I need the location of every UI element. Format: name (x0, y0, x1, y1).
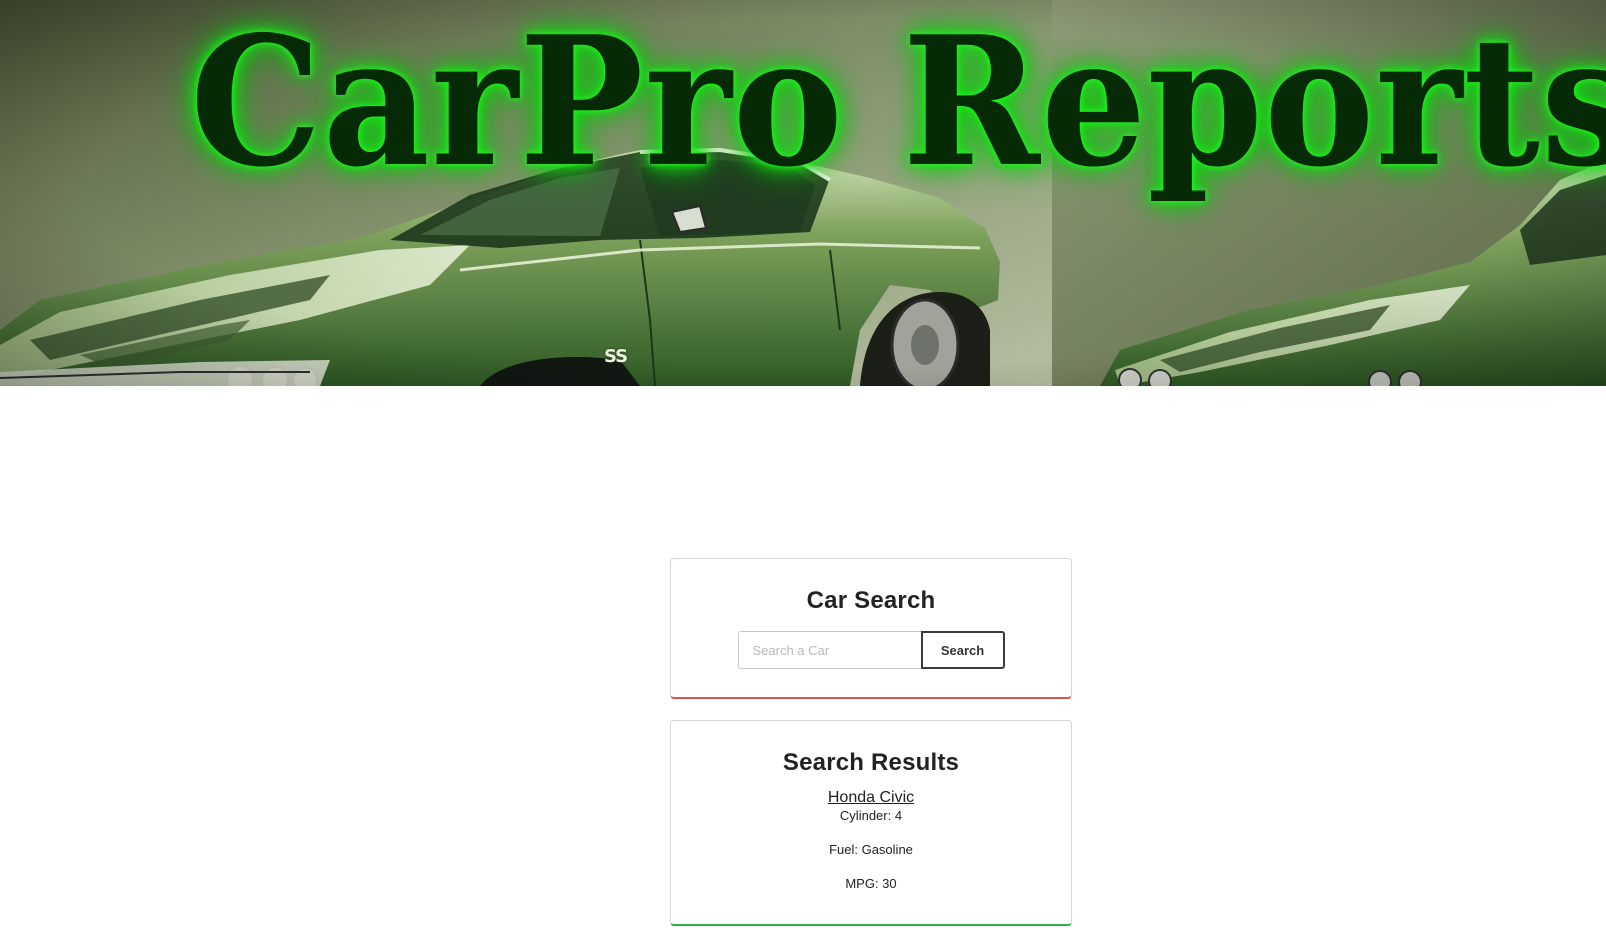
page: SS CarPro Reports Car Search Search Sear… (0, 0, 1606, 932)
search-form: Search (671, 631, 1071, 669)
result-mpg: MPG: 30 (845, 876, 897, 891)
search-results-title: Search Results (782, 749, 960, 776)
hood-badge-text: SS (604, 346, 628, 367)
result-cylinder: Cylinder: 4 (839, 808, 903, 823)
result-fuel: Fuel: Gasoline (829, 842, 913, 857)
car-search-card: Car Search Search (670, 558, 1072, 699)
result-car-link[interactable]: Honda Civic (828, 789, 914, 807)
search-results-card: Search Results Honda Civic Cylinder: 4 F… (670, 720, 1072, 926)
search-input[interactable] (737, 631, 921, 669)
car-search-title: Car Search (806, 587, 936, 614)
header-banner: SS CarPro Reports (0, 0, 1606, 386)
site-title: CarPro Reports (190, 0, 1606, 206)
search-button[interactable]: Search (920, 631, 1005, 669)
